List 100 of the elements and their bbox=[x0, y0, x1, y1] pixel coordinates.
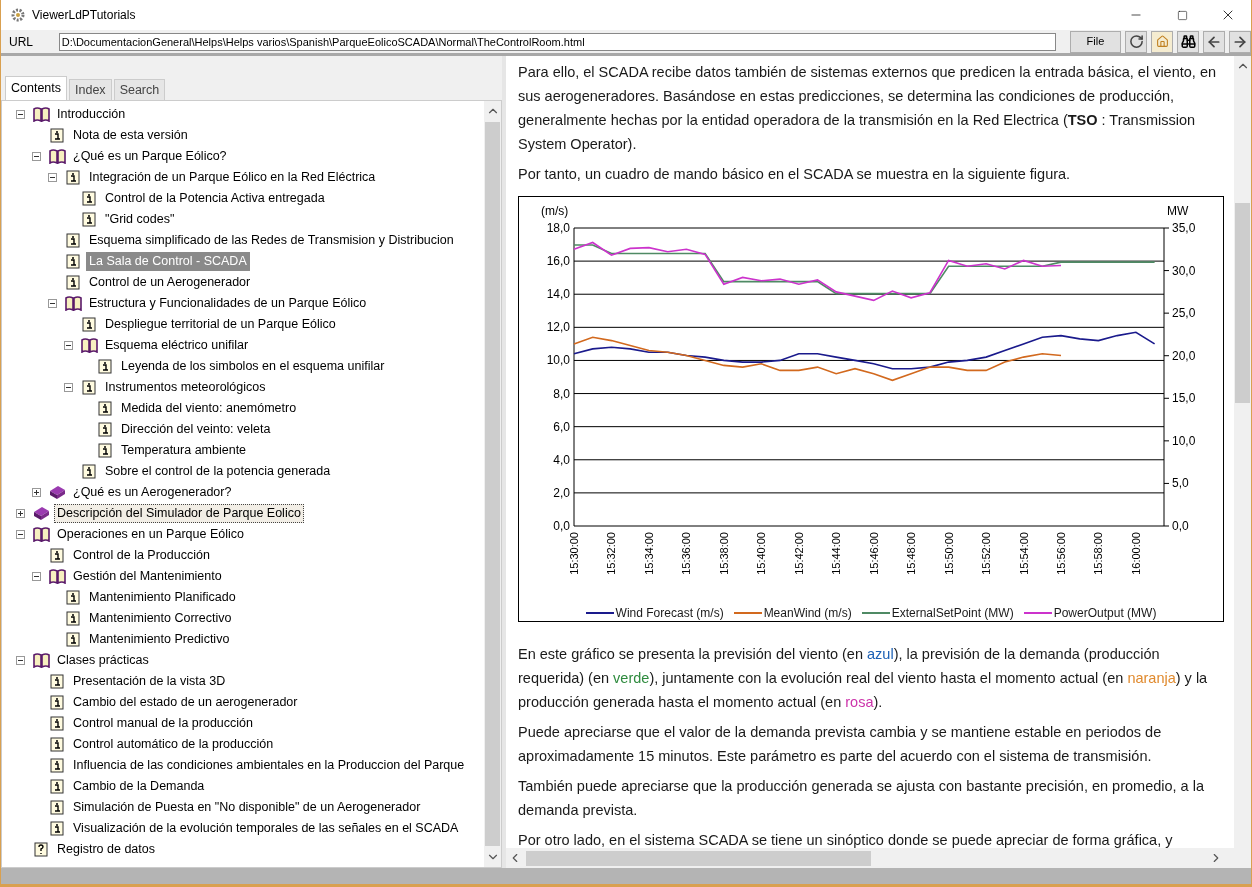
tree-item[interactable]: Presentación de la vista 3D bbox=[70, 672, 229, 691]
collapse-toggle[interactable] bbox=[32, 572, 41, 581]
tree-item[interactable]: Registro de datos bbox=[54, 840, 158, 859]
url-label: URL bbox=[9, 33, 34, 51]
refresh-button[interactable] bbox=[1125, 30, 1148, 53]
tick-label: 25,0 bbox=[1172, 306, 1196, 321]
scrollbar-thumb[interactable] bbox=[526, 850, 871, 866]
file-button[interactable]: File bbox=[1069, 30, 1122, 53]
tree-item[interactable]: Medida del viento: anemómetro bbox=[118, 399, 300, 418]
tick-label: 14,0 bbox=[546, 287, 570, 302]
collapse-toggle[interactable] bbox=[48, 299, 57, 308]
collapse-toggle[interactable] bbox=[32, 152, 41, 161]
info-page-icon bbox=[82, 191, 96, 206]
info-page-icon bbox=[50, 128, 64, 143]
expand-toggle[interactable] bbox=[16, 509, 25, 518]
vertical-scrollbar[interactable] bbox=[484, 101, 501, 867]
tree-item[interactable]: Control de la Potencia Activa entregada bbox=[102, 189, 328, 208]
tree-item[interactable]: Control de un Aerogenerador bbox=[86, 273, 254, 292]
info-page-icon bbox=[82, 317, 96, 332]
tick-label: 15:36:00 bbox=[680, 532, 693, 575]
binoculars-button[interactable] bbox=[1177, 30, 1200, 53]
expand-toggle[interactable] bbox=[32, 488, 41, 497]
tree-item[interactable]: ¿Qué es un Parque Eólico? bbox=[70, 147, 230, 166]
tree-item[interactable]: ¿Qué es un Aerogenerador? bbox=[70, 483, 235, 502]
tick-label: 15:54:00 bbox=[1017, 532, 1030, 575]
tree-item[interactable]: Sobre el control de la potencia generada bbox=[102, 462, 334, 481]
tree-item[interactable]: Dirección del veinto: veleta bbox=[118, 420, 274, 439]
tree-item[interactable]: Clases prácticas bbox=[54, 651, 152, 670]
tree-item[interactable]: Instrumentos meteorológicos bbox=[102, 378, 269, 397]
collapse-toggle[interactable] bbox=[48, 173, 57, 182]
forward-button[interactable] bbox=[1229, 30, 1251, 53]
tree-item[interactable]: Operaciones en un Parque Eólico bbox=[54, 525, 247, 544]
tree-item[interactable]: Mantenimiento Predictivo bbox=[86, 630, 233, 649]
tree-item[interactable]: Estructura y Funcionalidades de un Parque Eólico bbox=[86, 294, 370, 313]
vertical-scrollbar[interactable] bbox=[1234, 56, 1251, 848]
tree-item[interactable]: Despliegue territorial de un Parque Eólico bbox=[102, 315, 339, 334]
tick-label: 30,0 bbox=[1172, 263, 1196, 278]
tick-label: 18,0 bbox=[546, 221, 570, 235]
scrollbar-thumb[interactable] bbox=[1235, 203, 1250, 403]
scrollbar-thumb[interactable] bbox=[485, 122, 500, 846]
info-page-icon bbox=[66, 632, 80, 647]
tree-item[interactable]: Simulación de Puesta en "No disponible" de un Aerogenerador bbox=[70, 798, 424, 817]
tree-item[interactable]: Cambio del estado de un aerogenerador bbox=[70, 693, 301, 712]
collapse-toggle[interactable] bbox=[16, 110, 25, 119]
tree-item[interactable]: Mantenimiento Correctivo bbox=[86, 609, 235, 628]
paragraph: Por otro lado, en el sistema SCADA se tiene un sinóptico donde se puede apreciar de forma gráfica, y bbox=[518, 831, 1174, 848]
legend-label: ExternalSetPoint (MW) bbox=[891, 605, 1014, 622]
open-book-icon bbox=[48, 149, 66, 164]
tree-item[interactable]: Nota de esta versión bbox=[70, 126, 191, 145]
tree-item[interactable]: Esquema eléctrico unifilar bbox=[102, 336, 252, 355]
tab[interactable]: Contents bbox=[5, 76, 68, 100]
collapse-toggle[interactable] bbox=[64, 341, 73, 350]
tick-label: 5,0 bbox=[1172, 476, 1189, 491]
tick-label: 15:42:00 bbox=[792, 532, 805, 575]
collapse-toggle[interactable] bbox=[64, 383, 73, 392]
back-button[interactable] bbox=[1203, 30, 1226, 53]
tick-label: 20,0 bbox=[1172, 348, 1196, 363]
info-page-icon bbox=[66, 233, 80, 248]
question-page-icon bbox=[34, 842, 48, 857]
tree-item[interactable]: "Grid codes" bbox=[102, 210, 178, 229]
tree-item[interactable]: Introducción bbox=[54, 105, 129, 124]
tick-label: 15:40:00 bbox=[755, 532, 768, 575]
tree-item[interactable]: Esquema simplificado de las Redes de Transmision y Distribucion bbox=[86, 231, 457, 250]
url-field[interactable]: D:\DocumentacionGeneral\Helps\Helps varios\Spanish\ParqueEolicoSCADA\Normal\TheControlRoom.html bbox=[58, 32, 1056, 51]
tree-item[interactable]: Cambio de la Demanda bbox=[70, 777, 208, 796]
tab[interactable]: Index bbox=[69, 79, 112, 100]
collapse-toggle[interactable] bbox=[16, 656, 25, 665]
info-page-icon bbox=[50, 548, 64, 563]
open-book-icon bbox=[32, 653, 50, 668]
tick-label: 0,0 bbox=[553, 519, 570, 533]
tick-label: 2,0 bbox=[553, 485, 570, 500]
horizontal-scrollbar[interactable] bbox=[506, 848, 1251, 868]
tree-item[interactable]: Mantenimiento Planificado bbox=[86, 588, 239, 607]
axis-label: (m/s) bbox=[541, 204, 569, 218]
tree-item[interactable]: Descripción del Simulador de Parque Eolico bbox=[54, 504, 304, 523]
tree-item[interactable]: Control manual de la producción bbox=[70, 714, 256, 733]
info-page-icon bbox=[66, 254, 80, 269]
collapse-toggle[interactable] bbox=[16, 530, 25, 539]
info-page-icon bbox=[66, 611, 80, 626]
tree-item[interactable]: Control de la Producción bbox=[70, 546, 213, 565]
info-page-icon bbox=[50, 779, 64, 794]
tree-item[interactable]: Influencia de las condiciones ambientales en la Produccion del Parque bbox=[70, 756, 468, 775]
tick-label: 15:34:00 bbox=[642, 532, 655, 575]
tick-label: 15,0 bbox=[1172, 391, 1196, 406]
tree-item[interactable]: Control automático de la producción bbox=[70, 735, 277, 754]
tree-item[interactable]: Leyenda de los simbolos en el esquema unifilar bbox=[118, 357, 388, 376]
tree-item[interactable]: Temperatura ambiente bbox=[118, 441, 250, 460]
info-page-icon bbox=[66, 170, 80, 185]
tree-item[interactable]: Integración de un Parque Eólico en la Red Eléctrica bbox=[86, 168, 379, 187]
tick-label: 15:52:00 bbox=[980, 532, 993, 575]
tick-label: 15:46:00 bbox=[867, 532, 880, 575]
tick-label: 15:58:00 bbox=[1092, 532, 1105, 575]
tab[interactable]: Search bbox=[113, 79, 166, 100]
info-page-icon bbox=[50, 695, 64, 710]
legend-label: PowerOutput (MW) bbox=[1053, 605, 1157, 622]
tree-item[interactable]: Gestión del Mantenimiento bbox=[70, 567, 225, 586]
info-page-icon bbox=[50, 758, 64, 773]
paragraph: También puede apreciarse que la producción generada se ajusta con bastante precisión, en promedio, a la demanda prevista. bbox=[518, 777, 1205, 820]
paragraph: En este gráfico se presenta la previsión del viento (en azul), la previsión de la demanda (producción requerida) (en verde), juntamente con la evolución real del viento hasta el momento actual (en naranja) y la producción generada hasta el momento actual (en rosa). bbox=[518, 645, 1209, 712]
tree-item[interactable]: Visualización de la evolución temporales de las señales en el SCADA bbox=[70, 819, 462, 838]
